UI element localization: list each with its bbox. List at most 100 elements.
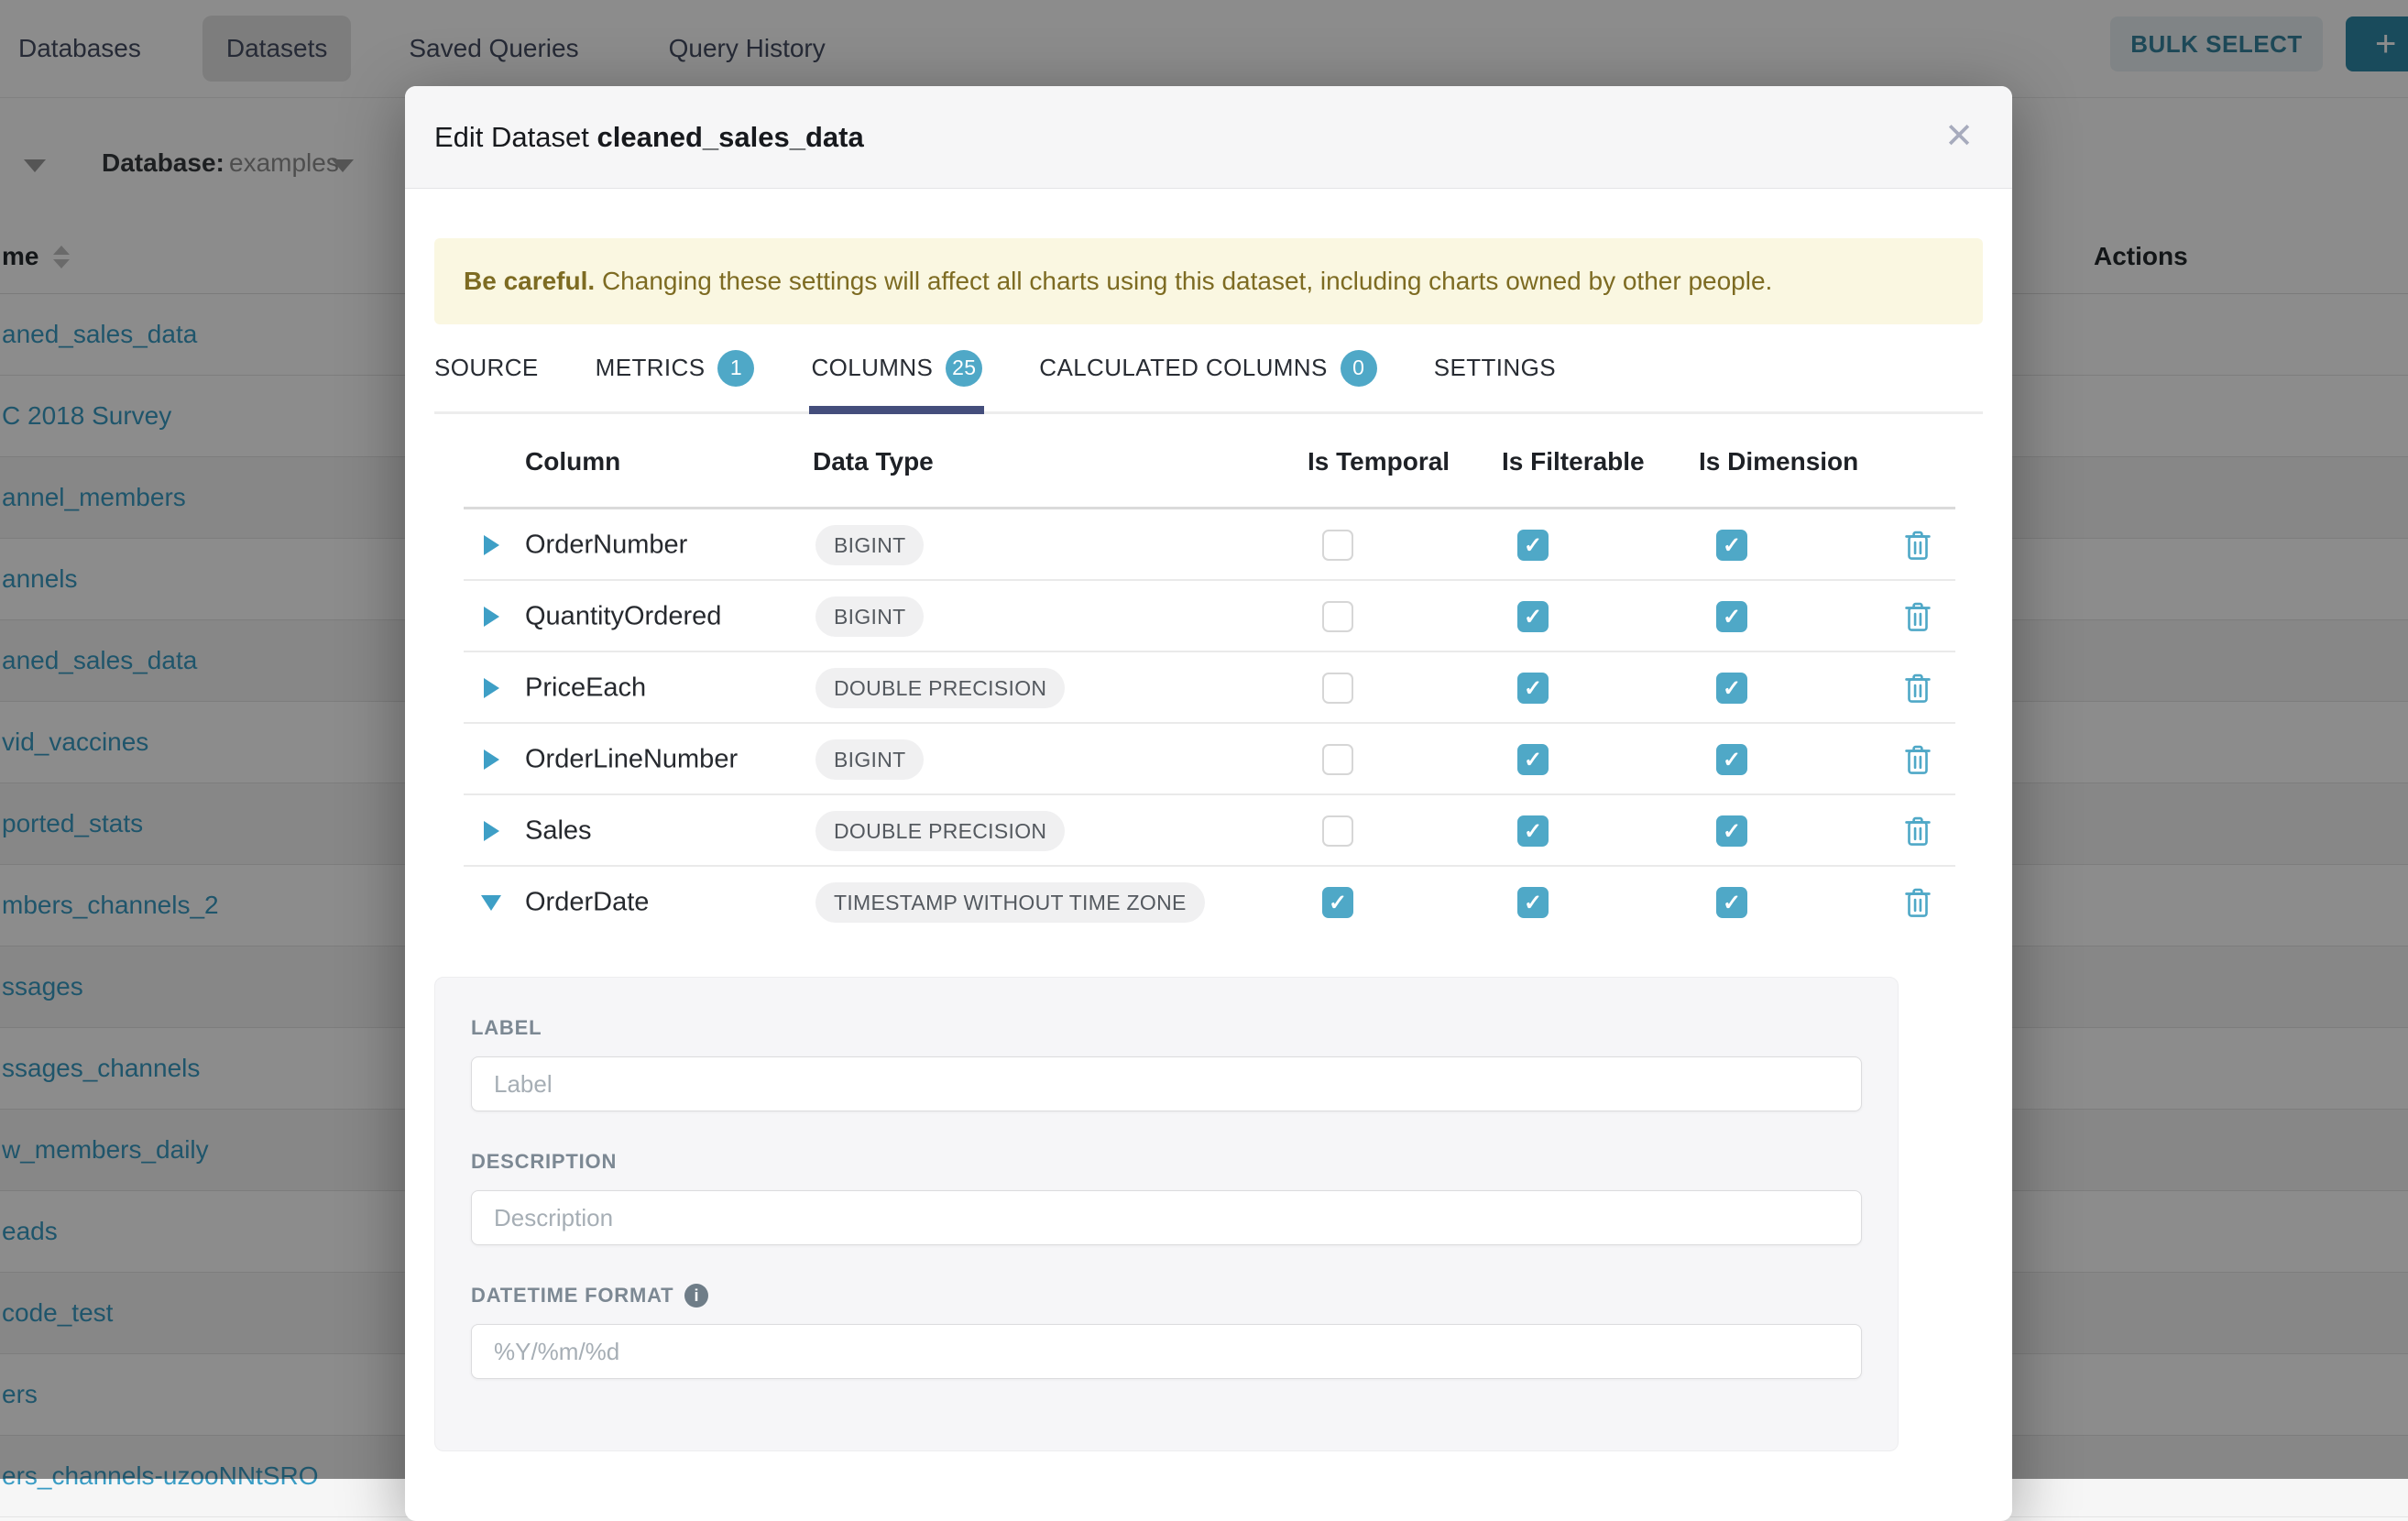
collapse-caret-icon[interactable] bbox=[480, 892, 502, 914]
datetime-format-input[interactable] bbox=[471, 1324, 1862, 1379]
modal-tabs: SOURCE METRICS 1 COLUMNS 25 CALCULATED COLUMN… bbox=[434, 324, 1983, 414]
edit-dataset-modal: Edit Dataset cleaned_sales_data ✕ Be car… bbox=[405, 86, 2012, 1521]
data-type-header: Data Type bbox=[813, 447, 934, 476]
filterable-checkbox[interactable]: ✓ bbox=[1517, 887, 1549, 918]
temporal-checkbox[interactable] bbox=[1322, 673, 1353, 704]
column-header: Column bbox=[525, 447, 620, 476]
info-icon[interactable]: i bbox=[684, 1284, 708, 1308]
column-row-sales: Sales DOUBLE PRECISION ✓ ✓ bbox=[434, 795, 1983, 867]
data-type-pill: DOUBLE PRECISION bbox=[815, 668, 1065, 708]
is-filterable-header: Is Filterable bbox=[1502, 447, 1645, 476]
datetime-format-field-label: DATETIME FORMAT i bbox=[471, 1284, 1862, 1308]
column-name: QuantityOrdered bbox=[525, 602, 721, 632]
is-temporal-header: Is Temporal bbox=[1308, 447, 1450, 476]
temporal-checkbox[interactable]: ✓ bbox=[1322, 887, 1353, 918]
temporal-checkbox[interactable] bbox=[1322, 815, 1353, 847]
delete-column-button[interactable] bbox=[1901, 528, 1934, 563]
tab-label: SETTINGS bbox=[1434, 354, 1556, 382]
trash-icon bbox=[1901, 742, 1934, 777]
caret-triangle bbox=[484, 821, 499, 841]
caret-triangle bbox=[484, 750, 499, 770]
caret-triangle bbox=[484, 535, 499, 555]
filterable-checkbox[interactable]: ✓ bbox=[1517, 744, 1549, 775]
columns-table: Column Data Type Is Temporal Is Filterab… bbox=[434, 414, 1983, 938]
expand-caret-icon[interactable] bbox=[480, 749, 502, 771]
columns-table-header: Column Data Type Is Temporal Is Filterab… bbox=[434, 414, 1983, 509]
dimension-checkbox[interactable]: ✓ bbox=[1716, 673, 1747, 704]
tab-count-badge: 25 bbox=[946, 350, 982, 387]
data-type-pill: TIMESTAMP WITHOUT TIME ZONE bbox=[815, 882, 1205, 923]
data-type-pill: DOUBLE PRECISION bbox=[815, 811, 1065, 851]
column-name: OrderNumber bbox=[525, 531, 687, 561]
tab-label: COLUMNS bbox=[811, 354, 933, 382]
description-input[interactable] bbox=[471, 1190, 1862, 1245]
modal-dataset-name: cleaned_sales_data bbox=[597, 121, 863, 153]
column-name: Sales bbox=[525, 816, 592, 847]
expand-caret-icon[interactable] bbox=[480, 606, 502, 628]
tab-metrics[interactable]: METRICS 1 bbox=[596, 324, 755, 411]
dimension-checkbox[interactable]: ✓ bbox=[1716, 887, 1747, 918]
column-name: OrderLineNumber bbox=[525, 745, 738, 775]
temporal-checkbox[interactable] bbox=[1322, 530, 1353, 561]
caret-triangle bbox=[484, 607, 499, 627]
data-type-pill: BIGINT bbox=[815, 525, 924, 565]
tab-count-badge: 1 bbox=[717, 350, 754, 387]
trash-icon bbox=[1901, 528, 1934, 563]
is-dimension-header: Is Dimension bbox=[1699, 447, 1858, 476]
delete-column-button[interactable] bbox=[1901, 742, 1934, 777]
tab-columns[interactable]: COLUMNS 25 bbox=[811, 324, 982, 411]
modal-header: Edit Dataset cleaned_sales_data bbox=[405, 86, 2012, 189]
tab-settings[interactable]: SETTINGS bbox=[1434, 324, 1556, 411]
columns-rows: OrderNumber BIGINT ✓ ✓ QuantityOrdered BIGINT… bbox=[434, 509, 1983, 938]
column-detail-panel: LABEL DESCRIPTION DATETIME FORMAT i bbox=[434, 977, 1899, 1451]
trash-icon bbox=[1901, 814, 1934, 848]
column-name: OrderDate bbox=[525, 888, 649, 918]
column-row-ordernumber: OrderNumber BIGINT ✓ ✓ bbox=[434, 509, 1983, 581]
trash-icon bbox=[1901, 599, 1934, 634]
close-icon[interactable]: ✕ bbox=[1932, 108, 1987, 163]
expand-caret-icon[interactable] bbox=[480, 677, 502, 699]
tab-label: METRICS bbox=[596, 354, 706, 382]
description-field-label: DESCRIPTION bbox=[471, 1150, 1862, 1174]
column-name: PriceEach bbox=[525, 673, 646, 704]
delete-column-button[interactable] bbox=[1901, 885, 1934, 920]
tab-calculated-columns[interactable]: CALCULATED COLUMNS 0 bbox=[1039, 324, 1376, 411]
warning-text: Changing these settings will affect all … bbox=[595, 267, 1772, 296]
delete-column-button[interactable] bbox=[1901, 671, 1934, 706]
trash-icon bbox=[1901, 671, 1934, 706]
label-field-label: LABEL bbox=[471, 1016, 1862, 1040]
dimension-checkbox[interactable]: ✓ bbox=[1716, 530, 1747, 561]
filterable-checkbox[interactable]: ✓ bbox=[1517, 601, 1549, 632]
dimension-checkbox[interactable]: ✓ bbox=[1716, 601, 1747, 632]
modal-title-prefix: Edit Dataset bbox=[434, 121, 597, 153]
tab-source[interactable]: SOURCE bbox=[434, 324, 539, 411]
column-row-orderdate: OrderDate TIMESTAMP WITHOUT TIME ZONE ✓ ✓ ✓ bbox=[434, 867, 1983, 938]
temporal-checkbox[interactable] bbox=[1322, 601, 1353, 632]
expand-caret-icon[interactable] bbox=[480, 534, 502, 556]
delete-column-button[interactable] bbox=[1901, 814, 1934, 848]
caret-triangle bbox=[484, 678, 499, 698]
filterable-checkbox[interactable]: ✓ bbox=[1517, 530, 1549, 561]
column-row-quantityordered: QuantityOrdered BIGINT ✓ ✓ bbox=[434, 581, 1983, 652]
data-type-pill: BIGINT bbox=[815, 596, 924, 637]
trash-icon bbox=[1901, 885, 1934, 920]
delete-column-button[interactable] bbox=[1901, 599, 1934, 634]
caret-triangle bbox=[481, 895, 501, 911]
column-row-orderlinenumber: OrderLineNumber BIGINT ✓ ✓ bbox=[434, 724, 1983, 795]
label-input[interactable] bbox=[471, 1056, 1862, 1111]
warning-banner: Be careful. Changing these settings will… bbox=[434, 238, 1983, 324]
temporal-checkbox[interactable] bbox=[1322, 744, 1353, 775]
tab-label: CALCULATED COLUMNS bbox=[1039, 354, 1327, 382]
expand-caret-icon[interactable] bbox=[480, 820, 502, 842]
filterable-checkbox[interactable]: ✓ bbox=[1517, 673, 1549, 704]
tab-count-badge: 0 bbox=[1341, 350, 1377, 387]
column-row-priceeach: PriceEach DOUBLE PRECISION ✓ ✓ bbox=[434, 652, 1983, 724]
warning-bold-text: Be careful. bbox=[464, 267, 595, 296]
dimension-checkbox[interactable]: ✓ bbox=[1716, 815, 1747, 847]
modal-title: Edit Dataset cleaned_sales_data bbox=[434, 121, 864, 154]
filterable-checkbox[interactable]: ✓ bbox=[1517, 815, 1549, 847]
tab-label: SOURCE bbox=[434, 354, 539, 382]
dimension-checkbox[interactable]: ✓ bbox=[1716, 744, 1747, 775]
datetime-format-label-text: DATETIME FORMAT bbox=[471, 1284, 673, 1308]
data-type-pill: BIGINT bbox=[815, 739, 924, 780]
